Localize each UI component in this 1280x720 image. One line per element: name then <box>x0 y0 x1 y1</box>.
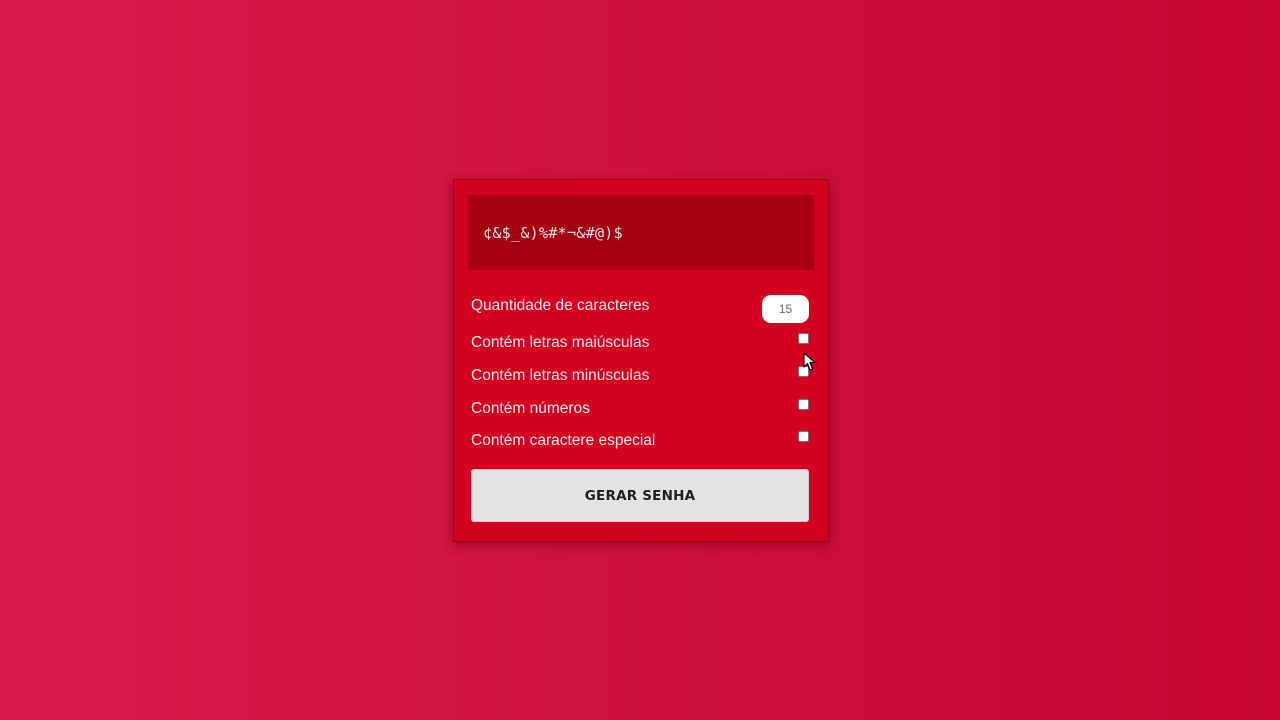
special-label: Contém caractere especial <box>471 432 656 449</box>
password-display: ¢&$_&)%#*¬&#@)$ <box>468 195 814 270</box>
numbers-checkbox[interactable] <box>798 399 809 410</box>
arrow-cursor-icon <box>803 352 816 371</box>
uppercase-label: Contém letras maiúsculas <box>471 334 650 351</box>
length-input[interactable]: 15 <box>762 295 809 323</box>
uppercase-checkbox[interactable] <box>798 333 809 344</box>
numbers-label: Contém números <box>471 400 590 417</box>
length-label: Quantidade de caracteres <box>471 297 650 314</box>
special-checkbox[interactable] <box>798 431 809 442</box>
password-generator-card: ¢&$_&)%#*¬&#@)$ Quantidade de caracteres… <box>453 179 829 542</box>
generated-password: ¢&$_&)%#*¬&#@)$ <box>483 223 623 242</box>
generate-password-button[interactable]: GERAR SENHA <box>471 469 809 522</box>
lowercase-label: Contém letras minúsculas <box>471 367 650 384</box>
